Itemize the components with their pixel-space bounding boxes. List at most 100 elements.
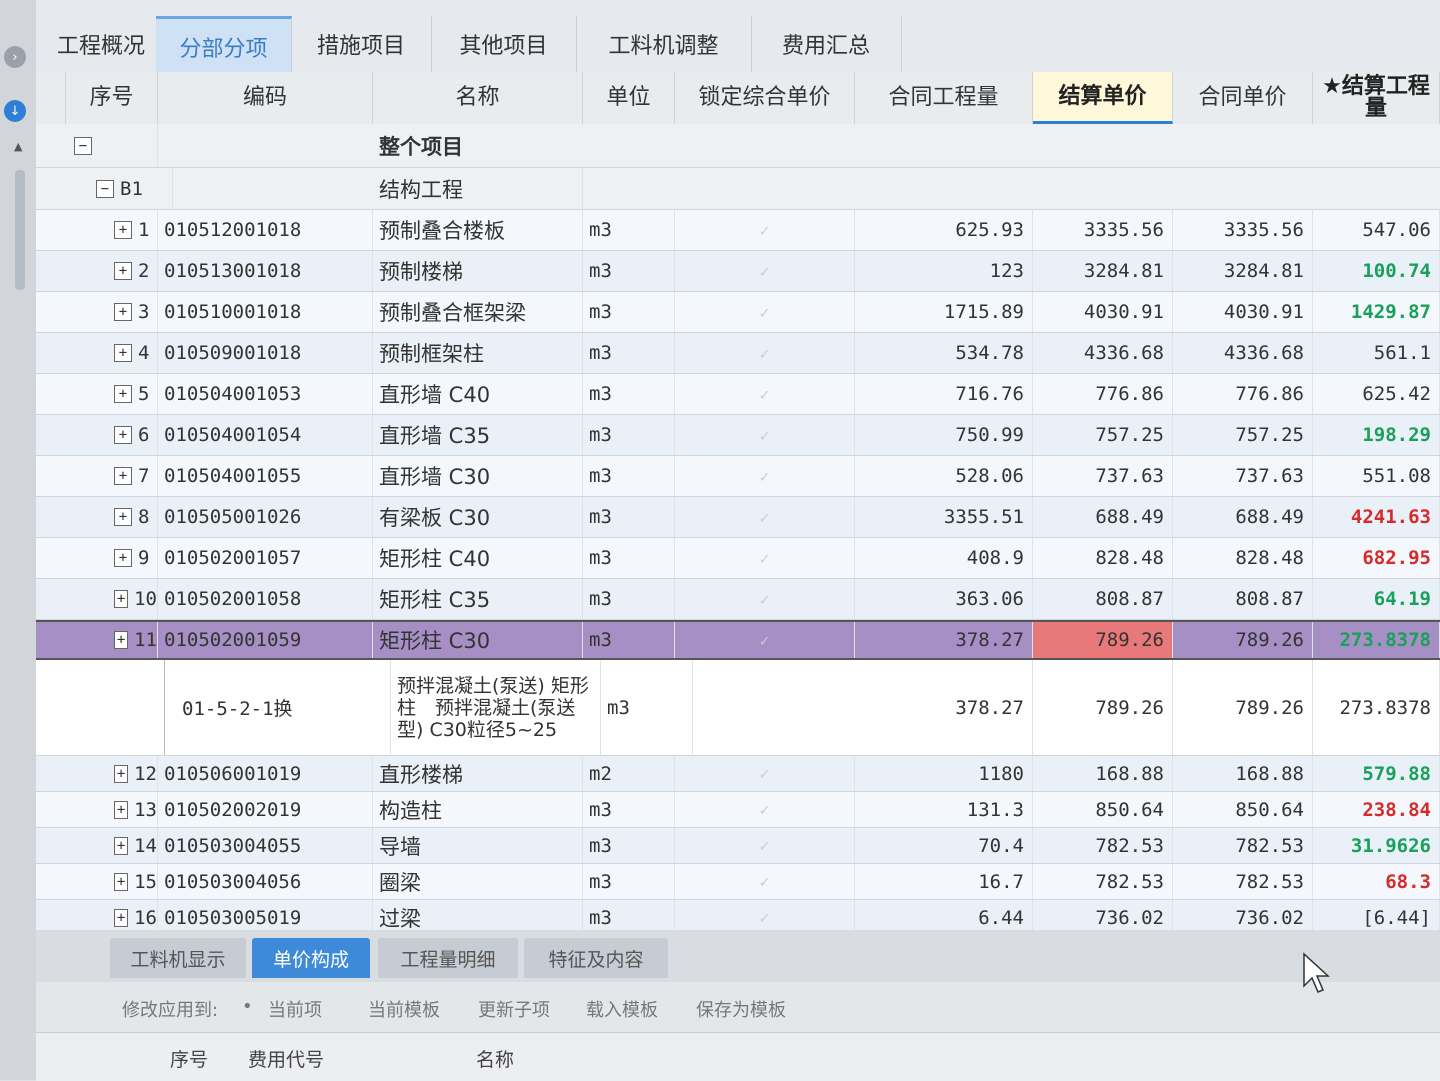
cell-contract-price[interactable]: 776.86 <box>1173 374 1313 414</box>
seq-cell[interactable]: +13 <box>110 792 158 827</box>
table-row[interactable]: +13 010502002019 构造柱 m3 ✓ 131.3 850.64 850.64 23… <box>36 792 1440 828</box>
header-seq[interactable]: 序号 <box>66 72 158 124</box>
expand-icon[interactable]: + <box>114 221 132 239</box>
table-row[interactable]: +15 010503004056 圈梁 m3 ✓ 16.7 782.53 782.53 68.3 <box>36 864 1440 900</box>
cell-name[interactable]: 构造柱 <box>373 792 583 827</box>
cell-name[interactable]: 直形楼梯 <box>373 756 583 791</box>
locked-checkbox[interactable]: ✓ <box>675 374 855 414</box>
sub-cell-contract-price[interactable]: 789.26 <box>1173 660 1313 755</box>
vertical-scrollbar[interactable]: ▲ <box>12 140 28 680</box>
locked-checkbox[interactable]: ✓ <box>675 538 855 578</box>
tab-material-display[interactable]: 工料机显示 <box>110 938 246 978</box>
cell-code[interactable]: 010504001054 <box>158 415 373 455</box>
cell-unit[interactable]: m3 <box>583 374 675 414</box>
cell-contract-price[interactable]: 757.25 <box>1173 415 1313 455</box>
cell-name[interactable]: 矩形柱 C35 <box>373 579 583 619</box>
table-row[interactable]: +1 010512001018 预制叠合楼板 m3 ✓ 625.93 3335.56 3335… <box>36 210 1440 251</box>
scrollbar-thumb[interactable] <box>15 170 25 290</box>
lower-header-fee-code[interactable]: 费用代号 <box>248 1045 324 1072</box>
cell-unit[interactable]: m3 <box>583 333 675 373</box>
tab-material-adjust[interactable]: 工料机调整 <box>576 16 752 72</box>
cell-code[interactable]: 010502001057 <box>158 538 373 578</box>
cell-settle-qty[interactable]: 547.06 <box>1313 210 1440 250</box>
expand-icon[interactable]: + <box>114 467 132 485</box>
cell-settle-qty[interactable]: 100.74 <box>1313 251 1440 291</box>
cell-unit[interactable]: m3 <box>583 622 675 658</box>
cell-name[interactable]: 圈梁 <box>373 864 583 899</box>
locked-checkbox[interactable]: ✓ <box>675 622 855 658</box>
cell-contract-qty[interactable]: 625.93 <box>855 210 1033 250</box>
cell-contract-price[interactable]: 4030.91 <box>1173 292 1313 332</box>
cell-name[interactable]: 直形墙 C35 <box>373 415 583 455</box>
table-row[interactable]: +12 010506001019 直形楼梯 m2 ✓ 1180 168.88 168.88 57… <box>36 756 1440 792</box>
cell-settle-price[interactable]: 808.87 <box>1033 579 1173 619</box>
cell-contract-price[interactable]: 168.88 <box>1173 756 1313 791</box>
table-row[interactable]: +7 010504001055 直形墙 C30 m3 ✓ 528.06 737.63 737.… <box>36 456 1440 497</box>
cell-contract-qty[interactable]: 1180 <box>855 756 1033 791</box>
seq-cell[interactable]: +12 <box>110 756 158 791</box>
group-row[interactable]: − B1 结构工程 <box>36 168 1440 210</box>
sub-cell-name[interactable]: 预拌混凝土(泵送) 矩形柱 预拌混凝土(泵送型) C30粒径5~25 <box>391 660 601 755</box>
tab-qty-detail[interactable]: 工程量明细 <box>378 938 518 978</box>
header-settle-price[interactable]: 结算单价 <box>1033 72 1173 124</box>
cell-settle-price[interactable]: 168.88 <box>1033 756 1173 791</box>
cell-unit[interactable]: m3 <box>583 251 675 291</box>
cell-contract-qty[interactable]: 750.99 <box>855 415 1033 455</box>
cell-code[interactable]: 010502001058 <box>158 579 373 619</box>
expand-icon[interactable]: + <box>114 908 129 927</box>
cell-code[interactable]: 010510001018 <box>158 292 373 332</box>
load-template-button[interactable]: 载入模板 <box>586 996 658 1022</box>
sub-cell-settle-qty[interactable]: 273.8378 <box>1313 660 1440 755</box>
sub-item-row[interactable]: 01-5-2-1换 预拌混凝土(泵送) 矩形柱 预拌混凝土(泵送型) C30粒径5… <box>36 660 1440 756</box>
table-row[interactable]: +11 010502001059 矩形柱 C30 m3 ✓ 378.27 789.26 789… <box>36 620 1440 660</box>
cell-code[interactable]: 010504001053 <box>158 374 373 414</box>
cell-unit[interactable]: m3 <box>583 456 675 496</box>
cell-contract-price[interactable]: 737.63 <box>1173 456 1313 496</box>
cell-settle-price[interactable]: 737.63 <box>1033 456 1173 496</box>
cell-unit[interactable]: m3 <box>583 415 675 455</box>
cell-contract-qty[interactable]: 3355.51 <box>855 497 1033 537</box>
apply-current-template[interactable]: 当前模板 <box>368 996 440 1022</box>
expand-icon[interactable]: + <box>114 344 132 362</box>
collapse-icon[interactable]: − <box>96 179 114 198</box>
expand-icon[interactable]: + <box>114 385 132 403</box>
table-row[interactable]: +14 010503004055 导墙 m3 ✓ 70.4 782.53 782.53 31.9… <box>36 828 1440 864</box>
cell-name[interactable]: 矩形柱 C40 <box>373 538 583 578</box>
table-row[interactable]: +8 010505001026 有梁板 C30 m3 ✓ 3355.51 688.49 688… <box>36 497 1440 538</box>
cell-settle-qty[interactable]: 551.08 <box>1313 456 1440 496</box>
cell-contract-price[interactable]: 808.87 <box>1173 579 1313 619</box>
radio-dot-icon[interactable]: • <box>242 996 253 1017</box>
cell-unit[interactable]: m3 <box>583 828 675 863</box>
cell-code[interactable]: 010502002019 <box>158 792 373 827</box>
whole-project-toggle[interactable]: − <box>66 124 158 167</box>
cell-contract-qty[interactable]: 408.9 <box>855 538 1033 578</box>
cell-contract-qty[interactable]: 716.76 <box>855 374 1033 414</box>
group-id-cell[interactable]: − B1 <box>90 168 173 209</box>
cell-contract-price[interactable]: 782.53 <box>1173 864 1313 899</box>
locked-checkbox[interactable]: ✓ <box>675 251 855 291</box>
cell-name[interactable]: 有梁板 C30 <box>373 497 583 537</box>
cell-settle-qty[interactable]: 561.1 <box>1313 333 1440 373</box>
cell-contract-qty[interactable]: 378.27 <box>855 622 1033 658</box>
cell-contract-price[interactable]: 3284.81 <box>1173 251 1313 291</box>
locked-checkbox[interactable]: ✓ <box>675 756 855 791</box>
header-settle-qty[interactable]: ★结算工程量 <box>1313 72 1440 124</box>
cell-code[interactable]: 010505001026 <box>158 497 373 537</box>
apply-current-item[interactable]: 当前项 <box>268 996 322 1022</box>
expand-icon[interactable]: + <box>114 764 129 783</box>
cell-unit[interactable]: m2 <box>583 756 675 791</box>
update-children-button[interactable]: 更新子项 <box>478 996 550 1022</box>
table-row[interactable]: +3 010510001018 预制叠合框架梁 m3 ✓ 1715.89 4030.91 40… <box>36 292 1440 333</box>
sub-cell-settle-price[interactable]: 789.26 <box>1033 660 1173 755</box>
table-row[interactable]: +10 010502001058 矩形柱 C35 m3 ✓ 363.06 808.87 808… <box>36 579 1440 620</box>
cell-settle-price[interactable]: 3284.81 <box>1033 251 1173 291</box>
cell-contract-price[interactable]: 850.64 <box>1173 792 1313 827</box>
cell-name[interactable]: 导墙 <box>373 828 583 863</box>
cell-settle-qty[interactable]: 68.3 <box>1313 864 1440 899</box>
cell-settle-price[interactable]: 688.49 <box>1033 497 1173 537</box>
header-locked-price[interactable]: 锁定综合单价 <box>675 72 855 124</box>
seq-cell[interactable]: +15 <box>110 864 158 899</box>
table-row[interactable]: +4 010509001018 预制框架柱 m3 ✓ 534.78 4336.68 4336.… <box>36 333 1440 374</box>
cell-code[interactable]: 010509001018 <box>158 333 373 373</box>
table-row[interactable]: +5 010504001053 直形墙 C40 m3 ✓ 716.76 776.86 776.… <box>36 374 1440 415</box>
